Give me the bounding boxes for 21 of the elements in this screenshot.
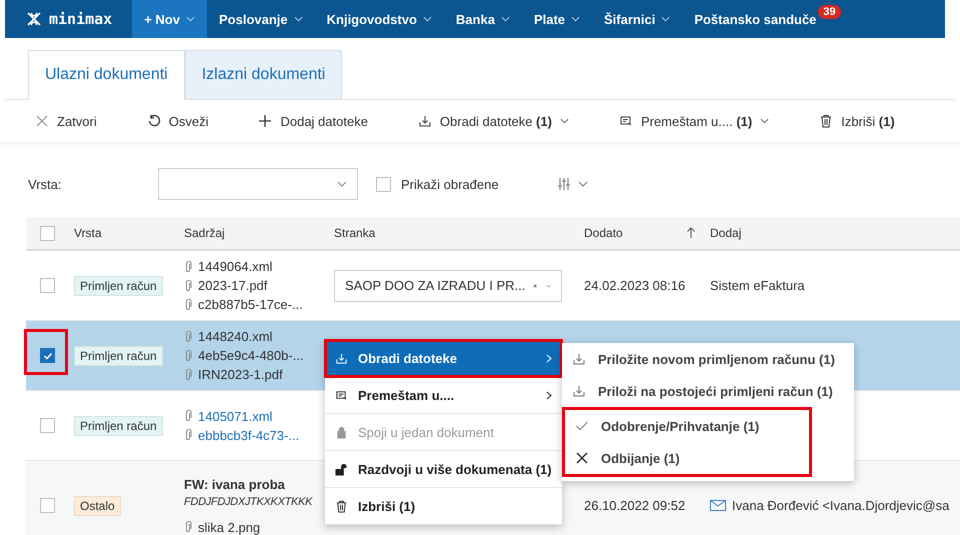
type-tag: Primljen račun [74,276,163,296]
file-name: slika 2.png [198,520,260,534]
filter-label: Vrsta: [28,176,62,192]
logo-text: minimax [49,10,112,28]
notification-badge: 39 [818,5,841,19]
type-tag: Primljen račun [74,416,163,436]
type-tag: Ostalo [74,496,121,516]
checkbox-label: Prikaži obrađene [401,176,499,192]
date-text: 26.10.2022 09:52 [584,498,686,513]
file-name: 1448240.xml [198,329,272,344]
file-name: IRN2023-1.pdf [198,367,283,382]
file-name: c2b887b5-17ce-... [198,297,303,312]
added-by-text: Ivana Đorđević <Ivana.Djordjevic@sa [732,498,950,513]
date-text: 24.02.2023 08:16 [584,278,686,293]
type-tag: Primljen račun [74,346,163,366]
file-name: 4eb5e9c4-480b-... [198,348,304,363]
added-by-text: Sistem eFaktura [710,278,805,293]
document-note: FDDJFDJDXJTKXKXTKKK [184,496,312,508]
file-name: 2023-17.pdf [198,278,268,293]
document-title: FW: ivana proba [184,476,286,492]
file-name: 1449064.xml [198,259,272,274]
